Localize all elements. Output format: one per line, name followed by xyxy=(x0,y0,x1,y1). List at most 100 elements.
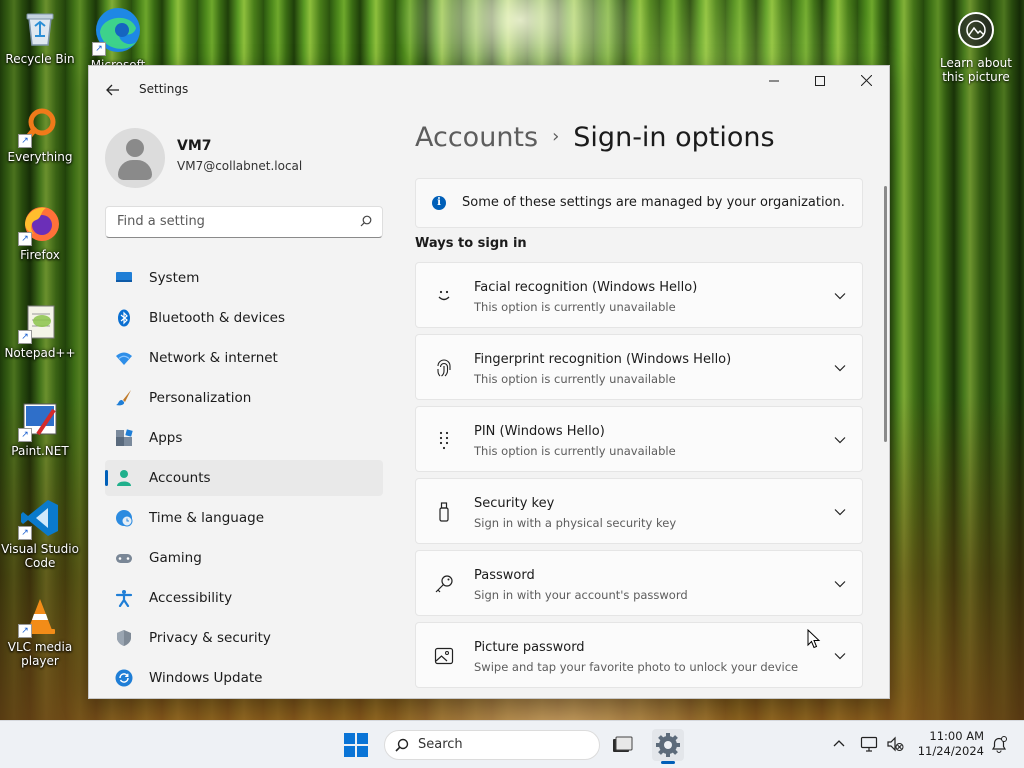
active-app-indicator xyxy=(661,761,675,764)
desktop-icon-label: Everything xyxy=(7,150,73,164)
desktop-icon-recycle-bin[interactable]: Recycle Bin xyxy=(0,8,80,66)
sign-in-options-content: i Some of these settings are managed by … xyxy=(415,178,863,694)
desktop-icon-vscode[interactable]: ↗ Visual Studio Code xyxy=(0,498,80,570)
desktop-icon-paintnet[interactable]: ↗ Paint.NET xyxy=(0,400,80,458)
desktop-icon-edge[interactable]: ↗ Microsoft Edge xyxy=(78,6,158,66)
vscode-icon: ↗ xyxy=(18,498,60,540)
network-ethernet-icon[interactable] xyxy=(860,735,878,753)
wifi-icon xyxy=(116,352,132,365)
maximize-button[interactable] xyxy=(797,66,843,98)
desktop-icon-label: Recycle Bin xyxy=(5,52,75,66)
sidebar-item-accessibility[interactable]: Accessibility xyxy=(105,580,383,616)
shortcut-arrow-icon: ↗ xyxy=(18,134,32,148)
sidebar-item-label: Time & language xyxy=(149,510,265,526)
edge-icon: ↗ xyxy=(92,6,142,56)
sidebar-item-apps[interactable]: Apps xyxy=(105,420,383,456)
option-title: PIN (Windows Hello) xyxy=(474,424,605,439)
option-pin[interactable]: PIN (Windows Hello) This option is curre… xyxy=(415,406,863,472)
option-subtitle: Sign in with your account's password xyxy=(474,588,688,602)
option-picture-password[interactable]: Picture password Swipe and tap your favo… xyxy=(415,622,863,688)
minimize-icon xyxy=(769,80,779,82)
notification-bell-icon[interactable] xyxy=(990,735,1008,753)
brush-icon xyxy=(116,390,131,406)
paintnet-icon: ↗ xyxy=(18,400,60,442)
title-bar[interactable]: Settings xyxy=(89,66,889,114)
start-button[interactable] xyxy=(344,733,368,757)
search-icon xyxy=(395,738,409,752)
sidebar-item-label: Apps xyxy=(149,430,183,446)
shield-icon xyxy=(117,630,131,646)
picture-icon xyxy=(434,647,454,665)
clock-date: 11/24/2024 xyxy=(917,744,984,758)
option-security-key[interactable]: Security key Sign in with a physical sec… xyxy=(415,478,863,544)
breadcrumb-parent[interactable]: Accounts xyxy=(415,122,538,153)
sidebar-item-system[interactable]: System xyxy=(105,260,383,296)
managed-by-org-infobar: i Some of these settings are managed by … xyxy=(415,178,863,228)
settings-window: Settings VM7 VM7@collabnet.local Find a … xyxy=(88,65,890,699)
arrow-left-icon xyxy=(106,84,119,96)
sidebar-item-gaming[interactable]: Gaming xyxy=(105,540,383,576)
task-view-button[interactable] xyxy=(606,729,638,761)
option-facial-recognition[interactable]: Facial recognition (Windows Hello) This … xyxy=(415,262,863,328)
info-icon: i xyxy=(432,196,446,210)
learn-about-picture[interactable]: Learn about this picture xyxy=(936,12,1016,84)
sidebar-item-bluetooth[interactable]: Bluetooth & devices xyxy=(105,300,383,336)
back-button[interactable] xyxy=(101,78,125,102)
sidebar-item-label: Network & internet xyxy=(149,350,278,366)
accessibility-icon xyxy=(115,590,133,607)
settings-search-box[interactable] xyxy=(105,206,383,238)
shortcut-arrow-icon: ↗ xyxy=(92,42,106,56)
taskbar-search[interactable]: Search xyxy=(384,730,600,760)
avatar xyxy=(105,128,165,188)
option-fingerprint-recognition[interactable]: Fingerprint recognition (Windows Hello) … xyxy=(415,334,863,400)
option-title: Password xyxy=(474,568,535,583)
clock-time: 11:00 AM xyxy=(929,729,984,743)
search-input[interactable] xyxy=(115,213,349,230)
sidebar-item-label: Accessibility xyxy=(149,590,233,606)
sidebar-item-label: Privacy & security xyxy=(149,630,271,646)
sidebar-item-label: Accounts xyxy=(149,470,211,486)
desktop-icon-label: Notepad++ xyxy=(4,346,76,360)
sidebar-item-personalization[interactable]: Personalization xyxy=(105,380,383,416)
breadcrumb: Accounts › Sign-in options xyxy=(415,122,775,153)
sidebar-item-time-language[interactable]: Time & language xyxy=(105,500,383,536)
sidebar-item-privacy-security[interactable]: Privacy & security xyxy=(105,620,383,656)
taskbar-clock[interactable]: 11:00 AM 11/24/2024 xyxy=(912,729,984,759)
content-scrollbar[interactable] xyxy=(884,186,887,442)
firefox-icon: ↗ xyxy=(18,204,60,246)
fingerprint-icon xyxy=(437,359,451,377)
page-title: Sign-in options xyxy=(573,122,775,153)
desktop-icon-label: Firefox xyxy=(20,248,60,262)
update-icon xyxy=(115,669,133,687)
desktop-icon-label: Visual Studio Code xyxy=(1,542,79,570)
shortcut-arrow-icon: ↗ xyxy=(18,428,32,442)
minimize-button[interactable] xyxy=(751,66,797,98)
gear-icon xyxy=(656,733,680,757)
desktop-icon-notepadpp[interactable]: ↗ Notepad++ xyxy=(0,302,80,360)
option-subtitle: This option is currently unavailable xyxy=(474,444,676,458)
close-button[interactable] xyxy=(843,66,889,98)
sidebar-item-accounts[interactable]: Accounts xyxy=(105,460,383,496)
speaker-muted-icon[interactable] xyxy=(886,735,904,753)
option-password[interactable]: Password Sign in with your account's pas… xyxy=(415,550,863,616)
desktop-icon-everything[interactable]: ↗ Everything xyxy=(0,106,80,164)
sidebar-item-label: Windows Update xyxy=(149,670,263,686)
shortcut-arrow-icon: ↗ xyxy=(18,624,32,638)
section-title: Ways to sign in xyxy=(415,236,527,251)
mouse-cursor-icon xyxy=(807,629,821,649)
recycle-bin-icon xyxy=(20,8,60,48)
sidebar-item-windows-update[interactable]: Windows Update xyxy=(105,660,383,696)
monitor-icon xyxy=(116,272,132,282)
sidebar-item-network[interactable]: Network & internet xyxy=(105,340,383,376)
taskbar-settings-app[interactable] xyxy=(652,729,684,764)
taskbar: Search 11:00 AM 11/24/2024 xyxy=(0,720,1024,768)
window-title: Settings xyxy=(139,82,189,96)
usb-key-icon xyxy=(439,502,449,522)
chevron-up-icon[interactable] xyxy=(830,735,848,753)
option-subtitle: This option is currently unavailable xyxy=(474,300,676,314)
chevron-down-icon xyxy=(834,581,846,588)
desktop-icon-firefox[interactable]: ↗ Firefox xyxy=(0,204,80,262)
desktop-icon-vlc[interactable]: ↗ VLC media player xyxy=(0,596,80,668)
option-title: Picture password xyxy=(474,640,585,655)
notepadpp-icon: ↗ xyxy=(18,302,60,344)
